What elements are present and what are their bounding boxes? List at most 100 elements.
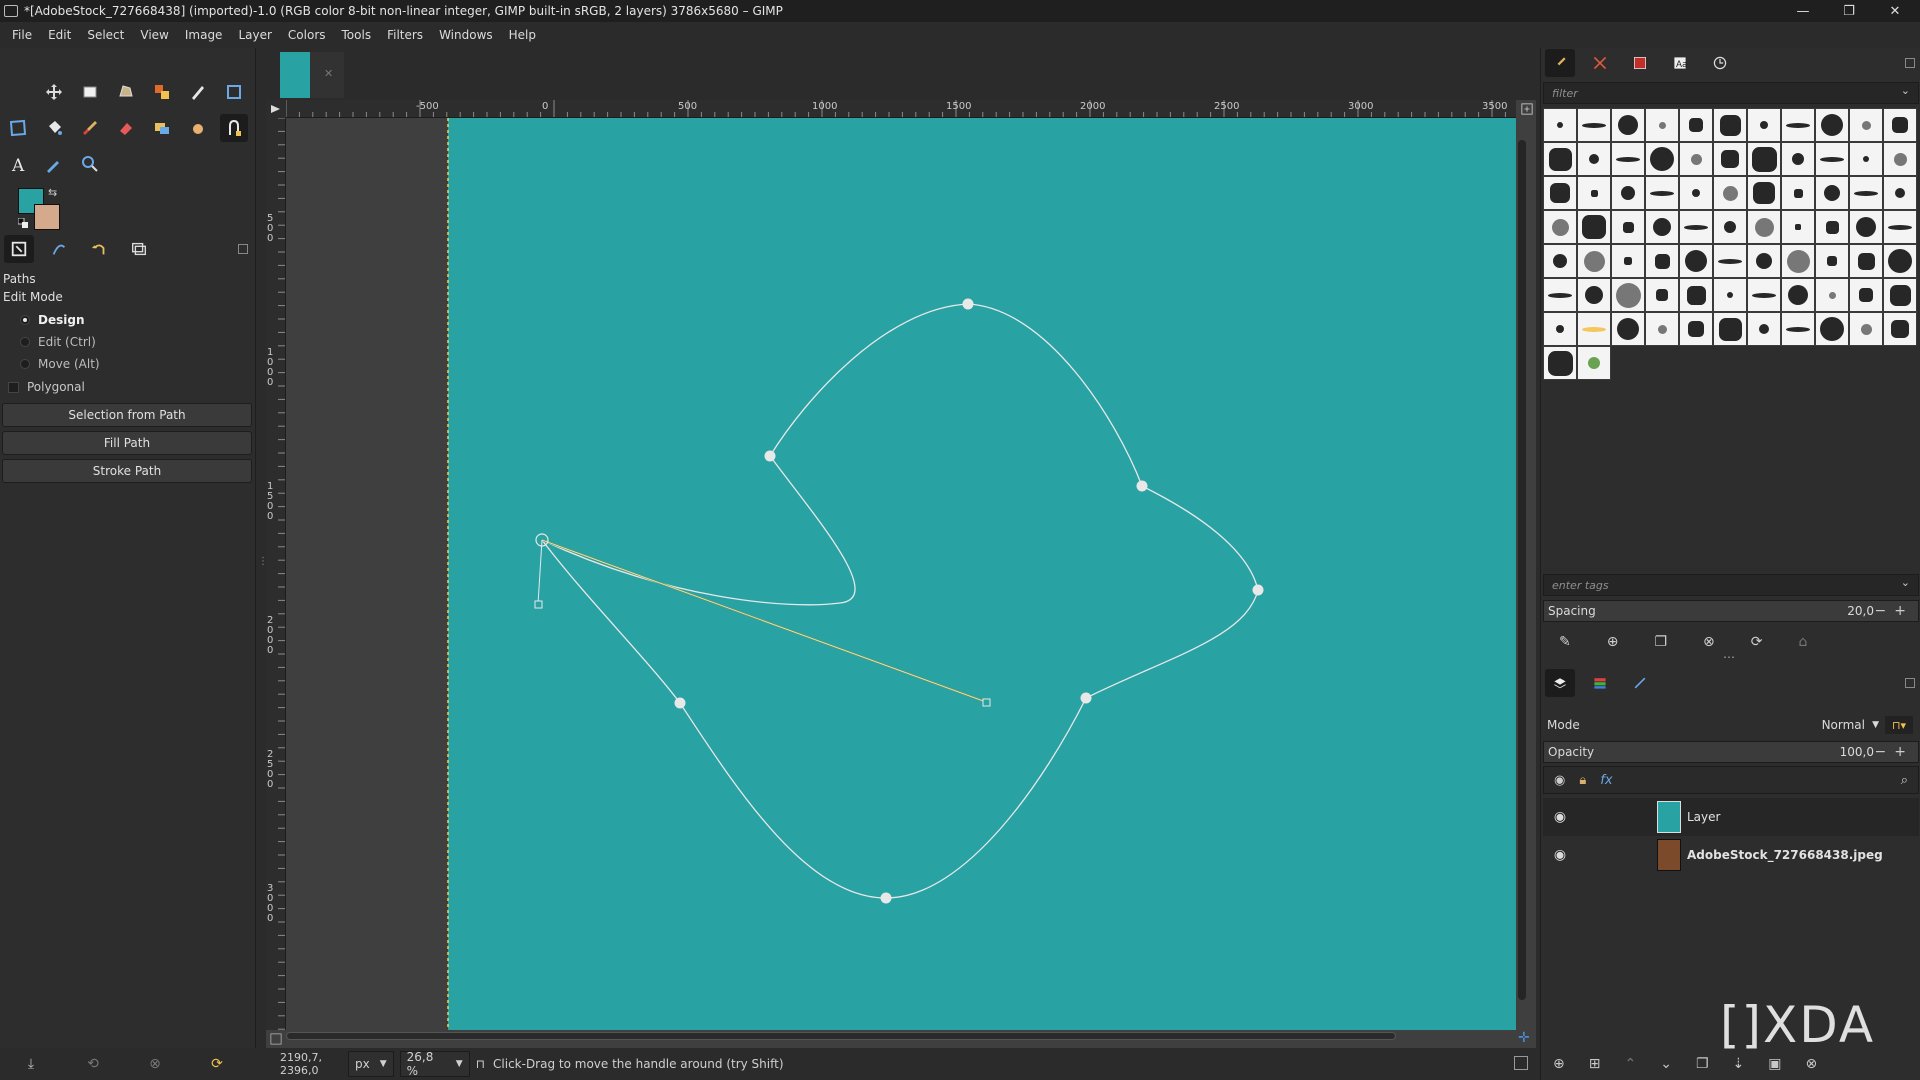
brush-thumbnail[interactable] bbox=[1781, 312, 1815, 346]
plus-minus-icon[interactable]: −+ bbox=[1875, 603, 1914, 619]
eye-icon[interactable]: ◉ bbox=[1543, 847, 1577, 863]
delete-layer-icon[interactable]: ⊗ bbox=[1805, 1056, 1817, 1072]
layer-row[interactable]: ◉ AdobeStock_727668438.jpeg bbox=[1543, 836, 1919, 874]
brush-thumbnail[interactable] bbox=[1645, 142, 1679, 176]
move-tool-icon[interactable] bbox=[40, 78, 68, 106]
brush-thumbnail[interactable] bbox=[1815, 312, 1849, 346]
crop-tool-icon[interactable] bbox=[220, 78, 248, 106]
reset-options-icon[interactable]: ⟳ bbox=[186, 1056, 248, 1072]
brush-thumbnail[interactable] bbox=[1713, 244, 1747, 278]
brush-thumbnail[interactable] bbox=[1883, 278, 1917, 312]
history-tab-icon[interactable] bbox=[1705, 49, 1735, 77]
brush-thumbnail[interactable] bbox=[1645, 176, 1679, 210]
reset-colors-icon[interactable] bbox=[18, 218, 28, 228]
brush-thumbnail[interactable] bbox=[1645, 210, 1679, 244]
lock-icon[interactable]: 🔒︎ bbox=[1579, 773, 1586, 788]
path-anchor[interactable] bbox=[1080, 692, 1092, 704]
brush-thumbnail[interactable] bbox=[1611, 210, 1645, 244]
menu-image[interactable]: Image bbox=[177, 28, 231, 42]
brush-thumbnail[interactable] bbox=[1781, 142, 1815, 176]
polygonal-checkbox[interactable]: Polygonal bbox=[0, 375, 256, 399]
close-tab-icon[interactable]: ✕ bbox=[324, 67, 333, 80]
brush-thumbnail[interactable] bbox=[1611, 108, 1645, 142]
left-dock-resize-handle[interactable]: ⋮ bbox=[258, 556, 268, 572]
path-anchor[interactable] bbox=[674, 697, 686, 709]
stroke-path-button[interactable]: Stroke Path bbox=[2, 459, 252, 483]
lower-layer-icon[interactable]: ⌄ bbox=[1660, 1056, 1672, 1072]
new-layer-icon[interactable]: ⊕ bbox=[1553, 1056, 1565, 1072]
brush-thumbnail[interactable] bbox=[1577, 210, 1611, 244]
visibility-header-icon[interactable]: ◉ bbox=[1554, 773, 1565, 788]
rect-select-tool-icon[interactable] bbox=[76, 78, 104, 106]
foreground-select-tool-icon[interactable] bbox=[148, 78, 176, 106]
menu-edit[interactable]: Edit bbox=[40, 28, 79, 42]
brush-thumbnail[interactable] bbox=[1543, 210, 1577, 244]
brush-thumbnail[interactable] bbox=[1849, 108, 1883, 142]
channels-tab-icon[interactable] bbox=[1585, 669, 1615, 697]
color-picker-tool-icon[interactable] bbox=[40, 150, 68, 178]
brush-thumbnail[interactable] bbox=[1645, 278, 1679, 312]
brushes-tab-icon[interactable] bbox=[1545, 49, 1575, 77]
brush-thumbnail[interactable] bbox=[1543, 244, 1577, 278]
zoom-fit-icon[interactable] bbox=[1518, 100, 1536, 118]
brush-thumbnail[interactable] bbox=[1611, 244, 1645, 278]
brush-thumbnail[interactable] bbox=[1577, 278, 1611, 312]
brush-thumbnail[interactable] bbox=[1781, 108, 1815, 142]
brush-thumbnail[interactable] bbox=[1577, 142, 1611, 176]
brush-thumbnail[interactable] bbox=[1781, 244, 1815, 278]
menu-select[interactable]: Select bbox=[79, 28, 132, 42]
bucket-fill-tool-icon[interactable] bbox=[40, 114, 68, 142]
navigate-icon[interactable]: ✛ bbox=[1518, 1030, 1536, 1048]
brush-thumbnail[interactable] bbox=[1713, 142, 1747, 176]
brush-thumbnail[interactable] bbox=[1679, 244, 1713, 278]
delete-options-icon[interactable]: ⊗ bbox=[124, 1056, 186, 1072]
patterns-tab-icon[interactable] bbox=[1585, 49, 1615, 77]
menu-colors[interactable]: Colors bbox=[280, 28, 334, 42]
close-button[interactable]: ✕ bbox=[1872, 0, 1918, 22]
brush-thumbnail[interactable] bbox=[1815, 142, 1849, 176]
brush-thumbnail[interactable] bbox=[1679, 210, 1713, 244]
new-layer-group-icon[interactable]: ⊞ bbox=[1589, 1056, 1601, 1072]
brush-thumbnail[interactable] bbox=[1883, 176, 1917, 210]
mask-layer-icon[interactable]: ▣ bbox=[1768, 1056, 1781, 1072]
horizontal-scrollbar[interactable] bbox=[286, 1032, 1396, 1040]
menu-file[interactable]: File bbox=[4, 28, 40, 42]
brush-thumbnail[interactable] bbox=[1679, 312, 1713, 346]
brush-thumbnail[interactable] bbox=[1849, 176, 1883, 210]
mode-edit-radio[interactable]: Edit (Ctrl) bbox=[0, 331, 256, 353]
brush-thumbnail[interactable] bbox=[1577, 244, 1611, 278]
path-anchor[interactable] bbox=[880, 892, 892, 904]
device-status-tab-icon[interactable] bbox=[44, 235, 74, 263]
brush-thumbnail[interactable] bbox=[1713, 108, 1747, 142]
path-handle[interactable] bbox=[982, 698, 991, 707]
brush-thumbnail[interactable] bbox=[1849, 312, 1883, 346]
brush-thumbnail[interactable] bbox=[1577, 346, 1611, 380]
path-handle[interactable] bbox=[534, 600, 543, 609]
panel-menu-icon[interactable] bbox=[1905, 678, 1915, 688]
brush-thumbnail[interactable] bbox=[1679, 142, 1713, 176]
smudge-tool-icon[interactable] bbox=[184, 114, 212, 142]
selection-from-path-button[interactable]: Selection from Path bbox=[2, 403, 252, 427]
brush-thumbnail[interactable] bbox=[1713, 312, 1747, 346]
zoom-select[interactable]: 26,8 % ▼ bbox=[399, 1050, 470, 1078]
fx-icon[interactable]: fx bbox=[1600, 773, 1612, 788]
brush-thumbnail[interactable] bbox=[1679, 278, 1713, 312]
raise-layer-icon[interactable]: ⌃ bbox=[1624, 1056, 1636, 1072]
fill-path-button[interactable]: Fill Path bbox=[2, 431, 252, 455]
brush-thumbnail[interactable] bbox=[1883, 210, 1917, 244]
mode-design-radio[interactable]: Design bbox=[0, 309, 256, 331]
merge-layer-icon[interactable]: ⇣ bbox=[1733, 1056, 1745, 1072]
brush-thumbnail[interactable] bbox=[1543, 108, 1577, 142]
chevron-down-icon[interactable]: ⌄ bbox=[1901, 576, 1910, 589]
brush-thumbnail[interactable] bbox=[1815, 108, 1849, 142]
path-anchor[interactable] bbox=[1252, 584, 1264, 596]
canvas-menu-icon[interactable] bbox=[266, 1030, 286, 1048]
tool-options-tab-icon[interactable] bbox=[4, 235, 34, 263]
chevron-down-icon[interactable]: ⌄ bbox=[1901, 84, 1910, 97]
brush-filter-input[interactable]: filter bbox=[1543, 82, 1919, 104]
path-anchor[interactable] bbox=[962, 298, 974, 310]
layer-mode-row[interactable]: Mode Normal ▼ ⊓▾ bbox=[1543, 714, 1919, 736]
image-tab[interactable]: ✕ bbox=[280, 52, 344, 98]
brush-thumbnail[interactable] bbox=[1747, 210, 1781, 244]
brush-thumbnail[interactable] bbox=[1645, 108, 1679, 142]
